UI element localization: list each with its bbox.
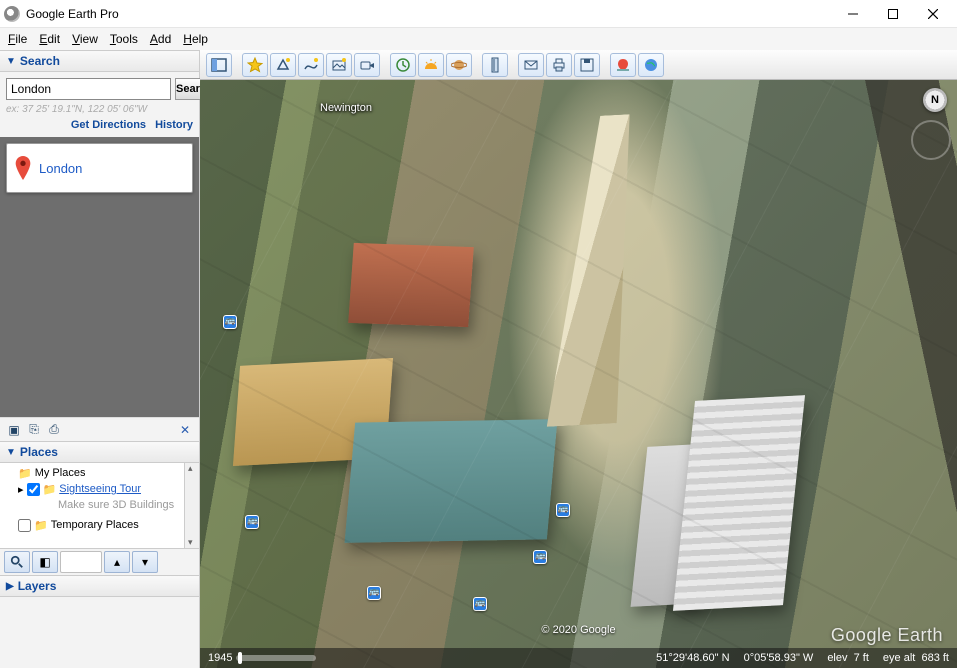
temp-places-checkbox[interactable] [18, 519, 31, 532]
building [345, 419, 558, 543]
sightseeing-item[interactable]: Sightseeing Tour [59, 483, 141, 495]
history-link[interactable]: History [155, 119, 193, 131]
search-hint: ex: 37 25' 19.1"N, 122 05' 06"W [6, 104, 193, 115]
close-button[interactable] [913, 0, 953, 28]
play-down-button[interactable]: ▾ [132, 551, 158, 573]
window-title: Google Earth Pro [26, 7, 119, 21]
image-overlay-button[interactable] [326, 53, 352, 77]
path-button[interactable] [298, 53, 324, 77]
search-result-label[interactable]: London [39, 161, 82, 176]
polygon-button[interactable] [270, 53, 296, 77]
search-tools: ▣ ⎘ ⎙ ✕ [0, 417, 199, 441]
record-tour-button[interactable] [354, 53, 380, 77]
transit-icon[interactable] [223, 315, 237, 329]
copyright-label: © 2020 Google [541, 624, 615, 636]
sidebar: ▼ Search Search ex: 37 25' 19.1"N, 122 0… [0, 50, 200, 668]
toolbar [200, 50, 957, 80]
watermark-label: Google Earth [831, 625, 943, 646]
sightseeing-checkbox[interactable] [27, 483, 40, 496]
pin-icon [15, 156, 31, 180]
layers-panel-title: Layers [18, 579, 57, 593]
places-panel-header[interactable]: ▼ Places [0, 441, 199, 463]
search-panel-title: Search [20, 54, 60, 68]
temporary-places-item[interactable]: Temporary Places [51, 519, 139, 531]
maximize-button[interactable] [873, 0, 913, 28]
places-footer: ◧ ▴ ▾ [0, 549, 199, 575]
transit-icon[interactable] [367, 586, 381, 600]
places-scrollbar[interactable] [184, 463, 199, 548]
building [233, 358, 393, 466]
layers-panel-header[interactable]: ▶ Layers [0, 575, 199, 597]
folder-icon: 📁 [34, 519, 48, 532]
search-panel-header[interactable]: ▼ Search [0, 50, 199, 72]
menu-edit[interactable]: Edit [39, 32, 60, 46]
place-label-newington: Newington [320, 102, 372, 114]
history-imagery-button[interactable] [390, 53, 416, 77]
expand-icon: ▶ [6, 581, 14, 592]
compass-button[interactable]: N [923, 88, 947, 112]
transit-icon[interactable] [473, 597, 487, 611]
expand-icon[interactable]: ▸ [18, 483, 24, 496]
play-up-button[interactable]: ▴ [104, 551, 130, 573]
status-elev-value: 7 ft [854, 652, 869, 664]
building [349, 243, 475, 327]
status-elev-label: elev [827, 652, 847, 664]
menu-file[interactable]: File [8, 32, 27, 46]
search-results: London [0, 137, 199, 417]
status-eye-label: eye alt [883, 652, 915, 664]
copy-icon[interactable]: ⎘ [26, 422, 42, 438]
building [631, 443, 718, 607]
status-bar: 1945 51°29'48.60" N 0°05'58.93" W elev 7… [200, 648, 957, 668]
ruler-button[interactable] [482, 53, 508, 77]
save-places-icon[interactable]: ▣ [6, 422, 22, 438]
main-area: Newington © 2020 Google Google Earth N 1… [200, 50, 957, 668]
titlebar: Google Earth Pro [0, 0, 957, 28]
menubar: File Edit View Tools Add Help [0, 28, 957, 50]
transit-icon[interactable] [533, 550, 547, 564]
sunlight-button[interactable] [418, 53, 444, 77]
menu-view[interactable]: View [72, 32, 98, 46]
places-panel-title: Places [20, 445, 58, 459]
my-places-item[interactable]: My Places [35, 467, 86, 479]
find-tool-button[interactable] [4, 551, 30, 573]
minimize-button[interactable] [833, 0, 873, 28]
building-tower [547, 113, 650, 427]
panel-tool-button[interactable]: ◧ [32, 551, 58, 573]
folder-icon: 📁 [43, 483, 57, 496]
places-tree[interactable]: 📁My Places ▸📁Sightseeing Tour Make sure … [0, 463, 199, 549]
earth-view-button[interactable] [638, 53, 664, 77]
print-button[interactable] [546, 53, 572, 77]
status-eye-value: 683 ft [921, 652, 949, 664]
print-icon[interactable]: ⎙ [46, 422, 62, 438]
search-result-item[interactable]: London [6, 143, 193, 193]
building [673, 395, 805, 611]
opacity-slider[interactable] [60, 551, 102, 573]
get-directions-link[interactable]: Get Directions [71, 119, 146, 131]
time-slider[interactable]: 1945 [208, 652, 316, 664]
collapse-icon: ▼ [6, 447, 16, 458]
toggle-sidebar-button[interactable] [206, 53, 232, 77]
menu-help[interactable]: Help [183, 32, 208, 46]
collapse-icon: ▼ [6, 56, 16, 67]
view-maps-button[interactable] [610, 53, 636, 77]
railway [840, 80, 957, 668]
status-lon: 0°05'58.93" W [744, 652, 814, 664]
nav-wheel[interactable] [911, 120, 951, 160]
planet-button[interactable] [446, 53, 472, 77]
clear-results-icon[interactable]: ✕ [177, 422, 193, 438]
app-icon [4, 6, 20, 22]
time-from-label: 1945 [208, 652, 232, 664]
search-input[interactable] [6, 78, 171, 100]
email-button[interactable] [518, 53, 544, 77]
placemark-button[interactable] [242, 53, 268, 77]
map-viewport[interactable]: Newington © 2020 Google Google Earth N 1… [200, 80, 957, 668]
menu-add[interactable]: Add [150, 32, 171, 46]
transit-icon[interactable] [556, 503, 570, 517]
folder-icon: 📁 [18, 467, 32, 480]
menu-tools[interactable]: Tools [110, 32, 138, 46]
sightseeing-note: Make sure 3D Buildings [58, 499, 174, 511]
transit-icon[interactable] [245, 515, 259, 529]
status-lat: 51°29'48.60" N [656, 652, 729, 664]
save-image-button[interactable] [574, 53, 600, 77]
